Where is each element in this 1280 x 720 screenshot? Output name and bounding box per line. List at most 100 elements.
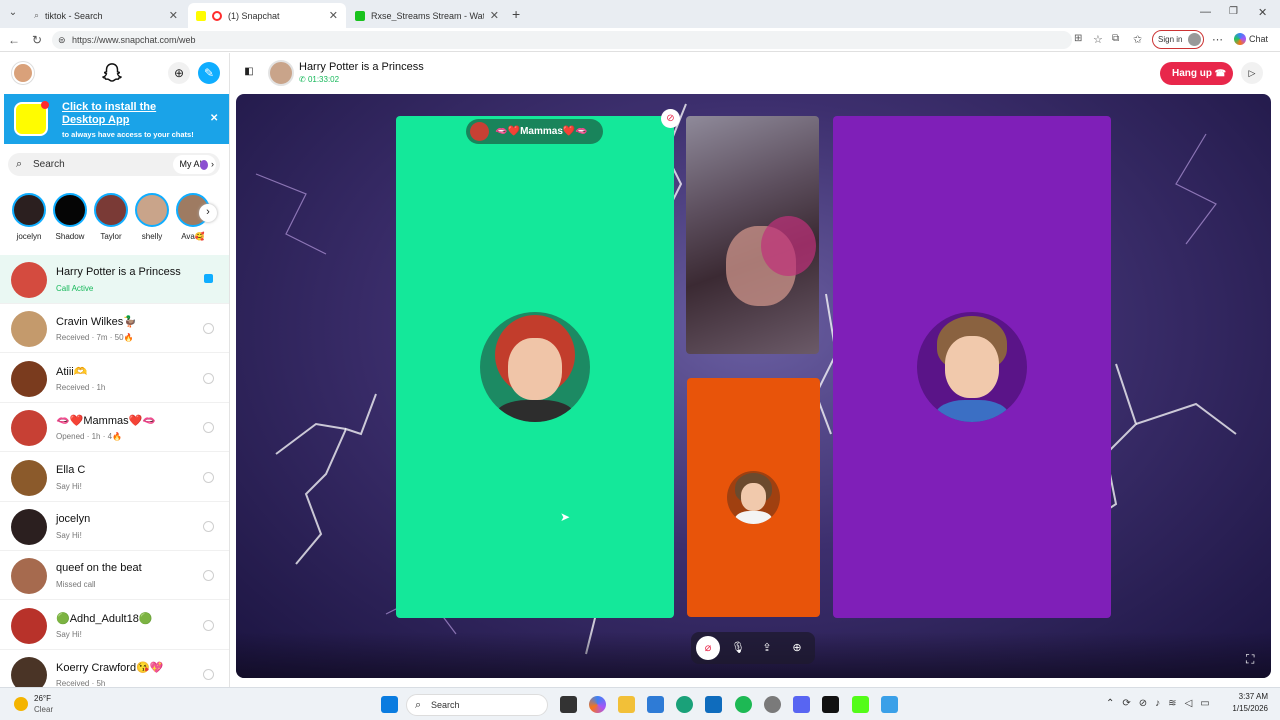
chat-status: Received · 5h [56,679,106,687]
chat-row[interactable]: 🟢Adhd_Adult18🟢 Say Hi! [0,601,229,650]
battery-icon[interactable]: ▭ [1200,698,1217,709]
network-off-icon[interactable]: ⊘ [1139,698,1155,709]
fullscreen-icon[interactable]: ⛶ [1246,652,1254,667]
chat-row[interactable]: jocelyn Say Hi! [0,502,229,551]
url-field[interactable]: ⊜ https://www.snapchat.com/web [52,31,1072,49]
participant-tile-mammas[interactable]: 🫦❤️Mammas❤️🫦 [396,116,674,618]
camera-reply-icon[interactable] [203,471,214,483]
chat-row[interactable]: Harry Potter is a Princess Call Active [0,255,229,304]
wifi-icon[interactable]: ≋ [1168,698,1184,709]
more-options-icon[interactable]: ⋯ [1212,33,1223,46]
spotify-icon[interactable] [735,696,752,713]
participant-video-feed[interactable] [686,116,819,354]
close-tab-icon[interactable]: ✕ [329,9,338,22]
volume-icon[interactable]: ◁ [1185,698,1201,709]
group-avatar[interactable] [268,60,294,86]
refresh-icon[interactable]: ↻ [32,33,42,47]
story-taylor[interactable]: Taylor [91,193,131,241]
store-icon[interactable] [647,696,664,713]
chat-avatar [11,607,47,644]
microphone-button[interactable]: 🎙 [728,637,748,659]
tab-snapchat[interactable]: (1) Snapchat ✕ [188,3,346,28]
search-icon: ⌕ [34,10,40,20]
stories-next-button[interactable]: › [199,204,217,222]
discord-icon[interactable] [793,696,810,713]
add-friend-button[interactable]: ⊕ [168,62,190,84]
hang-up-button[interactable]: Hang up ☎ [1160,62,1233,85]
chat-row[interactable]: Koerry Crawford😘💖 Received · 5h [0,650,229,687]
share-screen-button[interactable]: ⇪ [756,637,778,659]
copilot-chat-button[interactable]: Chat [1234,33,1268,45]
favorites-icon[interactable]: ✩ [1133,33,1142,46]
camera-reply-icon[interactable] [203,619,214,631]
chat-row[interactable]: Cravin Wilkes🦆 Received · 7m · 50🔥 [0,304,229,354]
tiktok-icon[interactable] [822,696,839,713]
story-avatar [135,193,169,227]
install-app-banner[interactable]: Click to install the Desktop App to alwa… [4,94,229,144]
kick-app-icon[interactable] [852,696,869,713]
close-tab-icon[interactable]: ✕ [490,9,499,22]
outlook-icon[interactable] [705,696,722,713]
my-ai-button[interactable]: My AI › [173,155,216,174]
file-explorer-icon[interactable] [618,696,635,713]
close-banner-icon[interactable]: ✕ [210,113,218,124]
chat-avatar [11,410,47,447]
face-shape [508,338,562,400]
site-info-icon[interactable]: ⊜ [58,31,66,49]
story-jocelyn[interactable]: jocelyn [9,193,49,241]
settings-gear-icon[interactable] [764,696,781,713]
task-view-icon[interactable] [560,696,577,713]
chat-name: Ella C [56,463,86,476]
add-participant-button[interactable]: ⊕ [786,637,808,659]
my-bitmoji-avatar[interactable] [12,62,34,84]
story-shelly[interactable]: shelly [132,193,172,241]
chat-row[interactable]: 🫦❤️Mammas❤️🫦 Opened · 1h · 4🔥 [0,403,229,453]
back-icon[interactable]: ← [8,33,20,47]
story-shadow[interactable]: Shadow [50,193,90,241]
close-tab-icon[interactable]: ✕ [169,9,178,22]
camera-reply-icon[interactable] [203,521,214,532]
close-window-icon[interactable]: ✕ [1258,6,1267,19]
restore-icon[interactable]: ❐ [1229,6,1238,17]
chat-row[interactable]: Ella C Say Hi! [0,453,229,502]
edge-icon[interactable] [676,696,693,713]
mic-icon[interactable]: ♪ [1155,698,1168,709]
sync-icon[interactable]: ⟳ [1122,698,1138,709]
collapse-sidebar-icon[interactable]: ◧ [242,66,256,80]
participant-tile-harry[interactable] [833,116,1111,618]
clock[interactable]: 3:37 AM 1/15/2026 [1228,692,1268,713]
call-title[interactable]: Harry Potter is a Princess [299,61,424,73]
camera-reply-icon[interactable] [203,669,214,681]
snapchat-favicon-icon [196,10,206,21]
address-bar: ← ↻ ⊜ https://www.snapchat.com/web ⊞ ☆ ⧉… [0,28,1280,52]
mouse-cursor-icon: ➤ [560,510,571,524]
extensions-icon[interactable]: ⧉ [1112,33,1119,44]
chat-row[interactable]: queef on the beat Missed call [0,551,229,601]
chevron-up-icon[interactable]: ⌃ [1106,698,1122,709]
favorite-star-icon[interactable]: ☆ [1093,33,1103,46]
windows-start-icon[interactable] [381,696,398,713]
camera-off-button[interactable]: ⌀ [696,636,720,660]
image-app-icon[interactable] [881,696,898,713]
app-available-icon[interactable]: ⊞ [1074,33,1082,44]
tab-list-chevron-icon[interactable]: ⌄ [6,7,20,21]
expand-panel-button[interactable]: ▷ [1241,62,1263,84]
chat-row[interactable]: Atiii🫶 Received · 1h [0,354,229,403]
profile-icon [1188,33,1201,46]
camera-reply-icon[interactable] [203,570,214,582]
camera-reply-icon[interactable] [203,422,214,434]
tab-kick-stream[interactable]: Rxse_Streams Stream - Watch Live ✕ [347,3,507,28]
camera-reply-icon[interactable] [203,323,214,335]
participant-tile-self[interactable] [687,378,820,617]
weather-widget[interactable]: 26°F Clear [10,693,70,717]
minimize-icon[interactable]: — [1200,6,1211,18]
bitmoji-avatar-curly-hair [917,312,1027,422]
tab-tiktok[interactable]: ⌕ tiktok - Search ✕ [26,3,186,28]
new-tab-icon[interactable]: + [512,6,520,22]
sign-in-button[interactable]: Sign in [1152,30,1204,49]
search-input[interactable]: ⌕ Search My AI › [8,153,220,176]
new-chat-button[interactable]: ✎ [198,62,220,84]
copilot-icon[interactable] [589,696,606,713]
taskbar-search-box[interactable]: ⌕ Search [406,694,548,716]
camera-reply-icon[interactable] [203,372,214,384]
